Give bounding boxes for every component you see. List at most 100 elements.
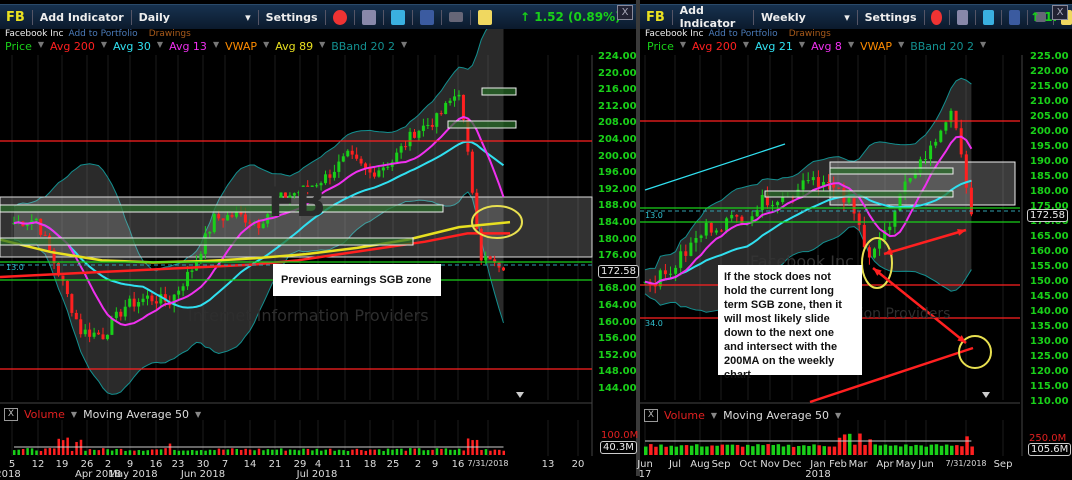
twitter-icon[interactable] [390,9,405,25]
candle-body [954,110,958,129]
chevron-down-icon[interactable]: ▼ [835,411,841,420]
volume-bar [186,450,190,455]
indicator-avg-8[interactable]: Avg 8 [811,40,842,53]
copy-icon[interactable] [957,9,969,25]
indicator-price[interactable]: Price [647,40,674,53]
annotation-note[interactable]: Previous earnings SGB zone [273,264,441,296]
add-indicator-button[interactable]: Add Indicator [680,4,747,30]
price-axis-label: 160.00 [1030,246,1069,257]
volume-bar [863,444,867,455]
indicator-vwap[interactable]: VWAP [225,40,257,53]
candle-body [186,271,190,287]
date-axis-label: 7/31/2018 [945,459,987,468]
date-axis-label: 2018 [0,469,21,480]
facebook-icon[interactable] [419,9,434,25]
moving-average-label[interactable]: Moving Average 50 [723,409,829,422]
close-panel-button[interactable]: X [1052,5,1068,20]
facebook-icon[interactable] [1009,9,1021,25]
settings-button[interactable]: Settings [865,11,917,24]
indicator-bband-20-2[interactable]: BBand 20 2 [910,40,974,53]
alarm-clock-icon[interactable] [931,9,943,25]
chevron-down-icon[interactable]: ▼ [401,40,407,53]
chevron-down-icon[interactable]: ▼ [38,40,44,53]
chevron-down-icon[interactable]: ▼ [71,410,77,419]
chevron-down-icon[interactable]: ▼ [799,40,805,53]
drawings-link[interactable]: Drawings [789,29,831,39]
indicator-avg-89[interactable]: Avg 89 [275,40,313,53]
candle-body [39,218,43,235]
chevron-down-icon[interactable]: ▼ [980,40,986,53]
chevron-down-icon[interactable]: ▼ [319,40,325,53]
chevron-down-icon[interactable]: ▼ [263,40,269,53]
close-volume-button[interactable]: X [4,408,18,421]
volume-current-tag: 105.6M [1028,443,1072,456]
volume-bar [848,433,852,455]
chart-canvas[interactable] [0,0,1072,476]
chevron-down-icon[interactable]: ▼ [157,40,163,53]
camera-icon[interactable] [448,12,463,22]
date-axis-label: 19 [55,459,69,470]
volume-bar [480,449,483,455]
volume-bar [822,446,826,455]
sticky-note-icon[interactable] [477,9,492,25]
volume-bar [351,449,354,455]
indicator-avg-200[interactable]: Avg 200 [50,40,95,53]
candle-body [924,159,927,161]
indicator-vwap[interactable]: VWAP [860,40,892,53]
candle-body [230,215,234,217]
chevron-down-icon[interactable]: ▼ [711,411,717,420]
copy-icon[interactable] [361,9,376,25]
chevron-down-icon[interactable]: ▼ [213,40,219,53]
candle-body [212,214,216,233]
volume-bar [751,446,755,455]
chevron-down-icon: ▾ [245,10,251,24]
price-axis-label: 200.00 [598,150,637,162]
volume-bar [955,445,959,455]
volume-label[interactable]: Volume [24,408,65,421]
indicator-avg-21[interactable]: Avg 21 [755,40,793,53]
volume-bar [386,448,390,455]
symbol-field[interactable]: FB [6,10,25,25]
indicator-avg-200[interactable]: Avg 200 [692,40,737,53]
drawings-link[interactable]: Drawings [149,29,191,39]
chevron-down-icon[interactable]: ▼ [101,40,107,53]
volume-bar [355,448,359,455]
add-indicator-button[interactable]: Add Indicator [40,11,124,24]
alarm-clock-icon[interactable] [332,9,347,25]
volume-bar [128,450,132,455]
chevron-down-icon[interactable]: ▼ [680,40,686,53]
annotation-note[interactable]: If the stock does not hold the current l… [718,265,862,381]
chevron-down-icon[interactable]: ▼ [743,40,749,53]
volume-bar [48,448,52,455]
settings-button[interactable]: Settings [266,11,318,24]
price-axis-label: 176.00 [598,250,637,262]
period-select[interactable]: Weekly ▾ [761,11,850,24]
candle-body [893,210,897,227]
symbol-field[interactable]: FB [646,10,665,25]
chevron-down-icon[interactable]: ▼ [848,40,854,53]
chevron-down-icon[interactable]: ▼ [898,40,904,53]
right-toolbar: FB Add Indicator Weekly ▾ Settings [640,4,1072,30]
indicator-price[interactable]: Price [5,40,32,53]
date-axis-label: Aug [690,459,710,470]
volume-header: X Volume ▼ Moving Average 50 ▼ [644,409,841,422]
volume-bar [244,448,247,455]
chevron-down-icon[interactable]: ▼ [195,410,201,419]
date-axis-label: Jun 2018 [180,469,226,480]
volume-bar [462,450,465,455]
indicator-bband-20-2[interactable]: BBand 20 2 [331,40,395,53]
add-to-portfolio-link[interactable]: Add to Portfolio [708,29,777,39]
indicator-avg-13[interactable]: Avg 13 [169,40,207,53]
volume-bar [960,446,964,455]
indicator-avg-30[interactable]: Avg 30 [113,40,151,53]
twitter-icon[interactable] [983,9,995,25]
price-axis-label: 195.00 [1030,141,1069,152]
close-volume-button[interactable]: X [644,409,658,422]
price-axis-label: 196.00 [598,167,637,179]
moving-average-label[interactable]: Moving Average 50 [83,408,189,421]
close-panel-button[interactable]: X [617,5,633,20]
period-select[interactable]: Daily ▾ [139,11,251,24]
candle-body [959,128,963,155]
volume-label[interactable]: Volume [664,409,705,422]
add-to-portfolio-link[interactable]: Add to Portfolio [68,29,137,39]
